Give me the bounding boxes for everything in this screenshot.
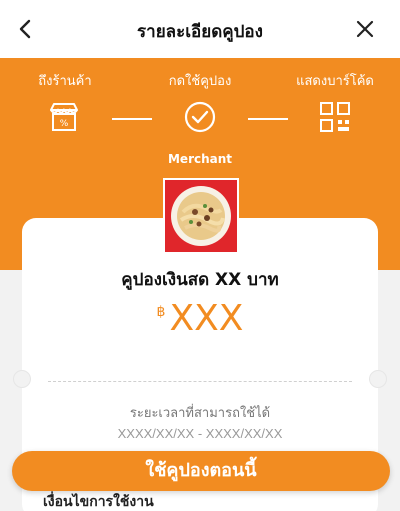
coupon-amount: ฿ XXX [22, 298, 378, 339]
store-icon: % [50, 103, 78, 131]
step-label-store: ถึงร้านค้า [38, 74, 92, 89]
amount-value: XXX [169, 298, 244, 339]
validity-label: ระยะเวลาที่สามารถใช้ได้ [129, 406, 271, 421]
qr-code-icon [320, 102, 350, 132]
page-title: รายละเอียดคูปอง [137, 22, 263, 42]
step-label-tap: กดใช้คูปอง [168, 74, 232, 89]
step-connector [112, 118, 152, 120]
check-circle-icon [184, 101, 216, 133]
merchant-thumbnail [163, 178, 239, 254]
food-image [171, 186, 231, 246]
step-label-barcode: แสดงบาร์โค้ด [296, 74, 374, 89]
coupon-title: คูปองเงินสด XX บาท [121, 270, 279, 290]
top-bar: รายละเอียดคูปอง [0, 0, 400, 58]
validity-period: XXXX/XX/XX - XXXX/XX/XX [117, 426, 283, 441]
step-connector [248, 118, 288, 120]
merchant-name: Merchant [167, 152, 233, 166]
close-button[interactable] [352, 16, 378, 42]
use-coupon-button[interactable]: ใช้คูปองตอนนี้ [12, 451, 390, 491]
card-notch-right [369, 370, 387, 388]
card-notch-left [13, 370, 31, 388]
currency-symbol: ฿ [156, 304, 166, 320]
svg-text:%: % [60, 119, 69, 129]
close-icon [356, 20, 374, 38]
divider [48, 381, 352, 382]
conditions-title: เงื่อนไขการใช้งาน [43, 494, 154, 510]
